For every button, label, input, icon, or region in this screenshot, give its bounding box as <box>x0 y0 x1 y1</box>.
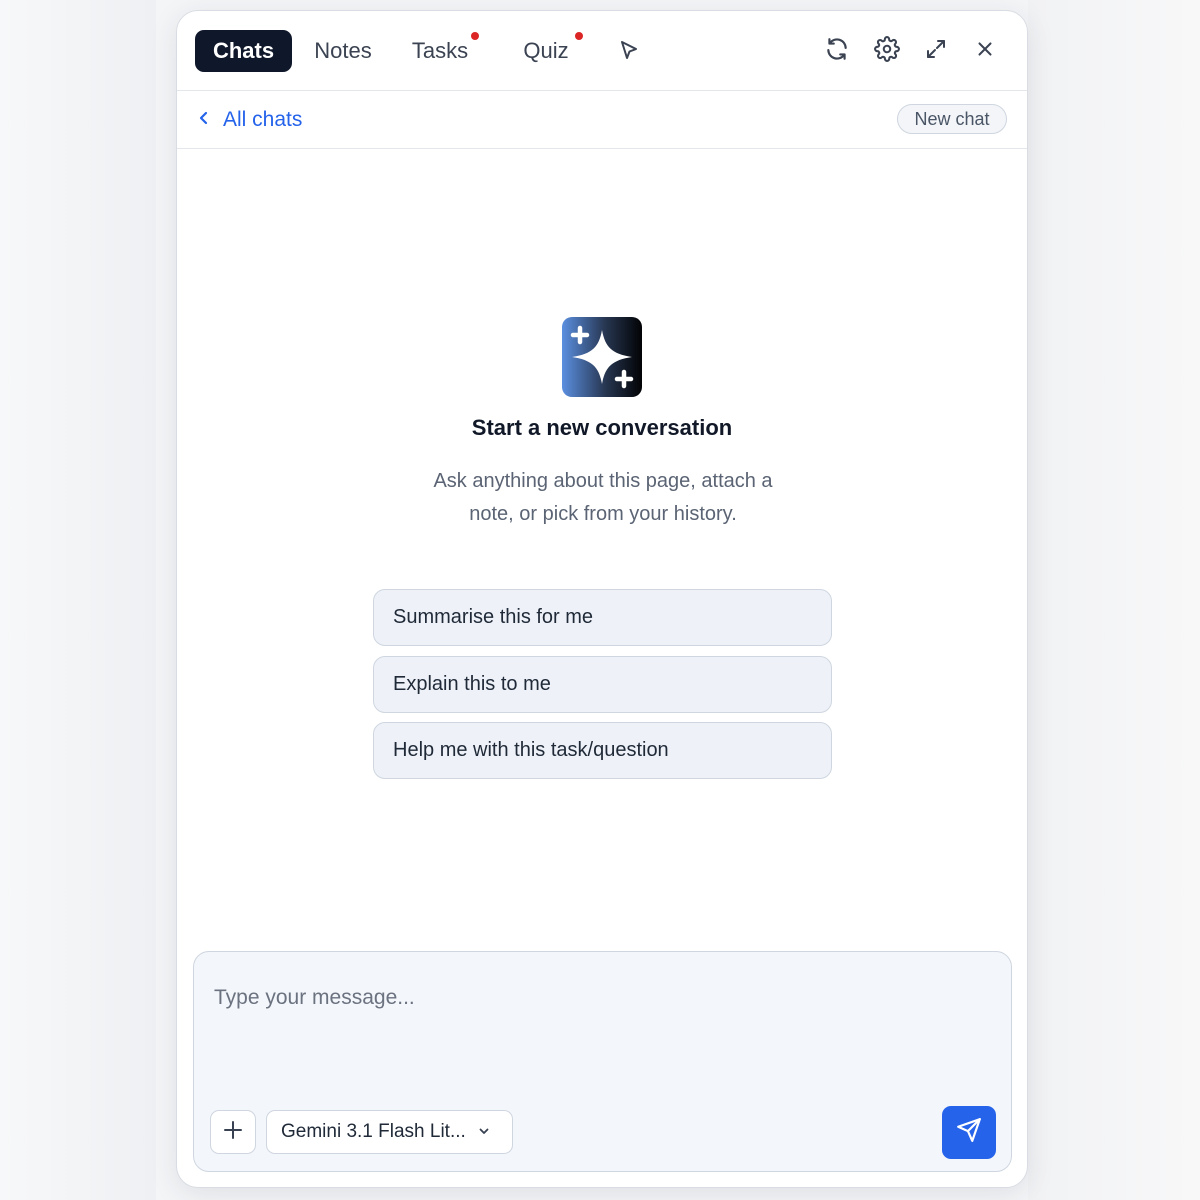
message-composer: Gemini 3.1 Flash Lit... <box>193 951 1012 1172</box>
plus-icon <box>223 1120 243 1145</box>
empty-state-title: Start a new conversation <box>471 415 733 440</box>
message-input[interactable] <box>194 952 1011 1102</box>
tab-notes[interactable]: Notes <box>309 30 377 72</box>
new-chat-button[interactable]: New chat <box>897 104 1007 134</box>
notification-dot <box>471 32 479 40</box>
tab-tasks[interactable]: Tasks <box>409 30 479 72</box>
chevron-left-icon <box>197 108 211 132</box>
send-button[interactable] <box>942 1106 996 1159</box>
close-icon <box>974 38 996 65</box>
expand-icon <box>924 37 948 66</box>
model-selector-label: Gemini 3.1 Flash Lit... <box>281 1121 466 1142</box>
notification-dot <box>575 32 583 40</box>
tab-quiz[interactable]: Quiz <box>521 30 583 72</box>
tab-quiz-label: Quiz <box>523 38 569 63</box>
page-background-left <box>0 0 156 1200</box>
refresh-button[interactable] <box>823 37 851 65</box>
all-chats-label: All chats <box>223 108 303 131</box>
settings-button[interactable] <box>873 35 901 67</box>
tab-notes-label: Notes <box>314 38 372 63</box>
assistant-panel: Chats Notes Tasks Quiz All chats New cha… <box>176 10 1028 1188</box>
close-button[interactable] <box>971 37 999 65</box>
tab-bar: Chats Notes Tasks Quiz <box>177 11 1027 91</box>
model-selector[interactable]: Gemini 3.1 Flash Lit... <box>266 1110 513 1154</box>
gear-icon <box>874 35 900 67</box>
page-background-right <box>1028 0 1200 1200</box>
send-icon <box>956 1117 982 1148</box>
chat-subheader: All chats New chat <box>177 91 1027 149</box>
tab-chats[interactable]: Chats <box>195 30 292 72</box>
all-chats-link[interactable]: All chats <box>197 106 302 134</box>
suggestion-label: Help me with this task/question <box>393 739 669 761</box>
expand-button[interactable] <box>922 37 950 65</box>
cursor-pointer-icon[interactable] <box>617 39 641 63</box>
chevron-down-icon <box>478 1121 490 1143</box>
suggestion-label: Summarise this for me <box>393 606 594 628</box>
suggestion-button[interactable]: Explain this to me <box>373 656 832 713</box>
tab-chats-label: Chats <box>212 38 275 63</box>
suggestion-button[interactable]: Summarise this for me <box>373 589 832 646</box>
suggestion-label: Explain this to me <box>393 673 551 695</box>
refresh-icon <box>824 36 850 67</box>
attach-button[interactable] <box>210 1110 256 1154</box>
suggestion-button[interactable]: Help me with this task/question <box>373 722 832 779</box>
new-chat-label: New chat <box>914 108 990 129</box>
sparkles-icon <box>562 317 642 397</box>
empty-state-description: Ask anything about this page, attach a n… <box>433 470 773 525</box>
tab-tasks-label: Tasks <box>411 38 469 63</box>
